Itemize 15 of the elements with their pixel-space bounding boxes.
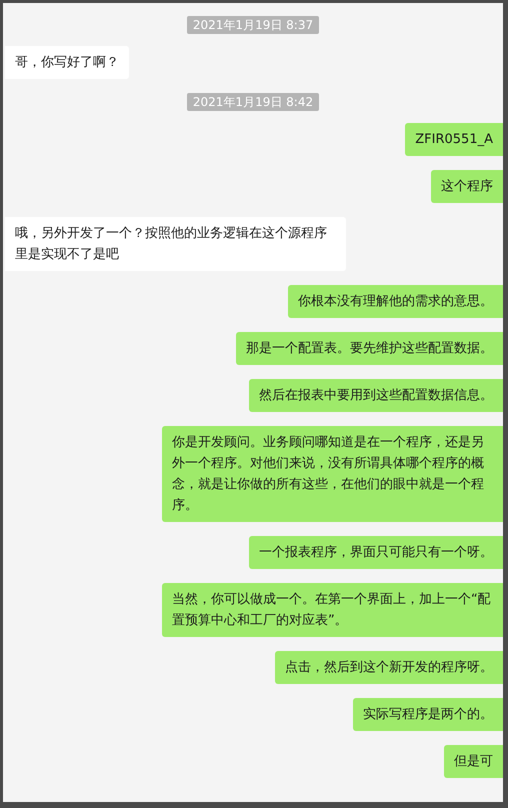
sent-message-bubble: 实际写程序是两个的。 [353, 698, 503, 731]
sent-message-bubble: 但是可 [444, 745, 503, 778]
received-message-bubble: 哦，另外开发了一个？按照他的业务逻辑在这个源程序里是实现不了是吧 [5, 217, 346, 271]
sent-message-bubble: 当然，你可以做成一个。在第一个界面上，加上一个“配置预算中心和工厂的对应表”。 [162, 583, 503, 637]
sent-message-bubble: 你根本没有理解他的需求的意思。 [288, 285, 503, 318]
received-message-bubble: 哥，你写好了啊？ [5, 46, 129, 79]
sent-message-bubble: 那是一个配置表。要先维护这些配置数据。 [236, 332, 503, 365]
sent-message-bubble: 一个报表程序，界面只可能只有一个呀。 [249, 536, 503, 569]
sent-message-bubble: ZFIR0551_A [405, 123, 503, 156]
sent-message-bubble: 你是开发顾问。业务顾问哪知道是在一个程序，还是另外一个程序。对他们来说，没有所谓具体哪个程序的概念，就是让你做的所有这些，在他们的眼中就是一个程序。 [162, 426, 503, 522]
sent-message-bubble: 点击，然后到这个新开发的程序呀。 [275, 651, 503, 684]
timestamp: 2021年1月19日 8:42 [186, 93, 320, 111]
sent-message-bubble: 这个程序 [431, 170, 503, 203]
timestamp: 2021年1月19日 8:37 [186, 16, 320, 34]
sent-message-bubble: 然后在报表中要用到这些配置数据信息。 [249, 379, 503, 412]
